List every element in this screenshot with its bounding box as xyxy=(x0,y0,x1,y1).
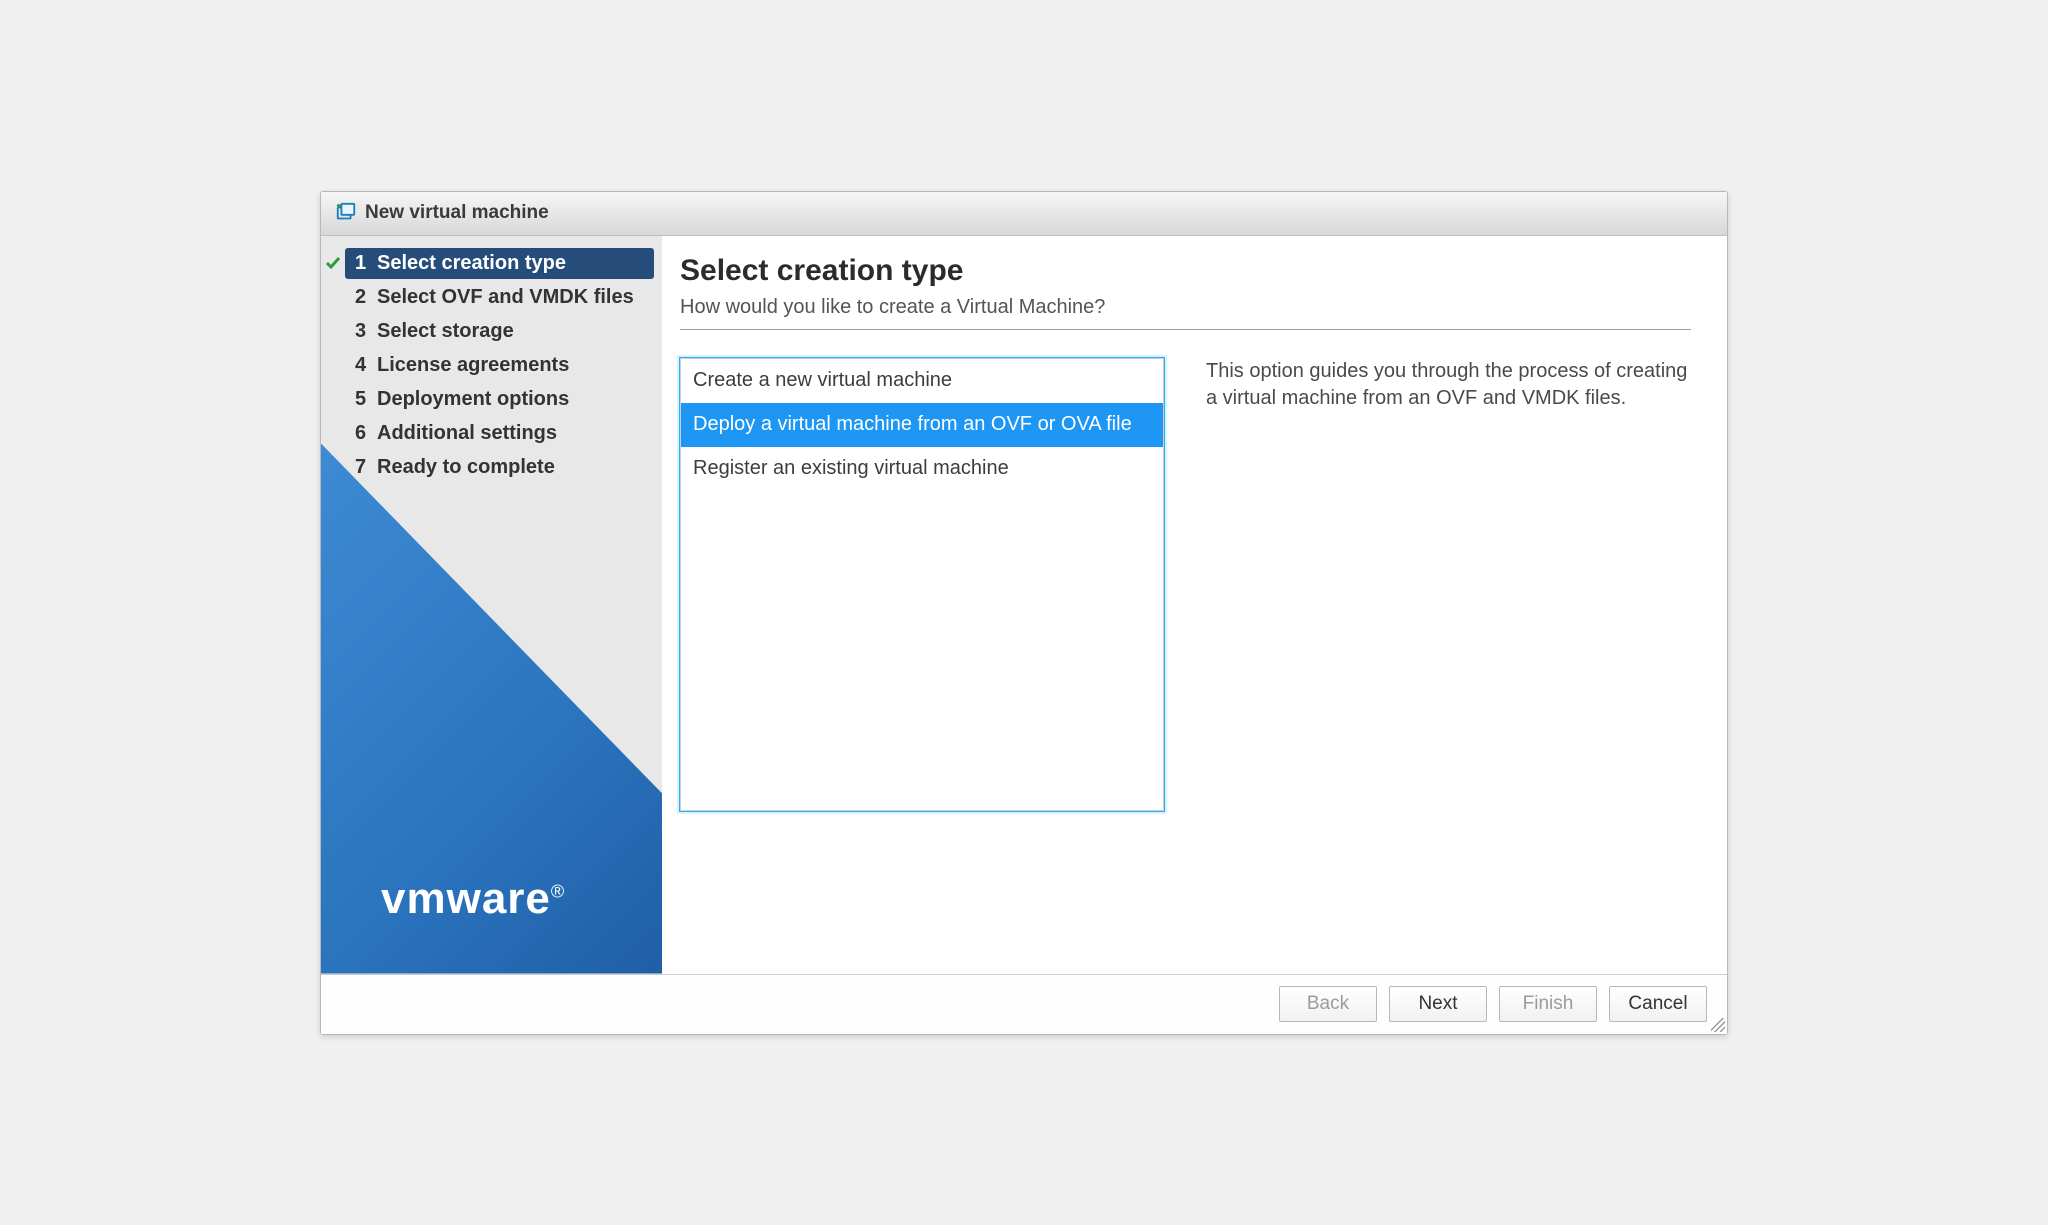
step-number: 1 xyxy=(355,252,377,275)
step-label: Additional settings xyxy=(377,422,557,445)
wizard-step-6[interactable]: 6Additional settings xyxy=(345,418,654,449)
wizard-footer: Back Next Finish Cancel xyxy=(321,974,1727,1034)
step-number: 4 xyxy=(355,354,377,377)
wizard-step-7[interactable]: 7Ready to complete xyxy=(345,452,654,483)
vm-icon xyxy=(335,202,357,224)
step-number: 6 xyxy=(355,422,377,445)
creation-option-1[interactable]: Create a new virtual machine xyxy=(681,359,1163,403)
option-description: This option guides you through the proce… xyxy=(1206,358,1691,964)
step-label: Ready to complete xyxy=(377,456,555,479)
finish-button[interactable]: Finish xyxy=(1499,986,1597,1022)
title-bar: New virtual machine xyxy=(321,192,1727,236)
wizard-step-5[interactable]: 5Deployment options xyxy=(345,384,654,415)
step-label: Select OVF and VMDK files xyxy=(377,286,634,309)
step-label: Deployment options xyxy=(377,388,569,411)
back-button[interactable]: Back xyxy=(1279,986,1377,1022)
cancel-button[interactable]: Cancel xyxy=(1609,986,1707,1022)
vmware-logo: vmware® xyxy=(381,874,565,924)
step-label: Select storage xyxy=(377,320,514,343)
wizard-step-3[interactable]: 3Select storage xyxy=(345,316,654,347)
wizard-main: Select creation type How would you like … xyxy=(662,236,1727,974)
creation-option-2[interactable]: Deploy a virtual machine from an OVF or … xyxy=(681,403,1163,447)
step-number: 3 xyxy=(355,320,377,343)
divider xyxy=(680,329,1691,330)
step-number: 7 xyxy=(355,456,377,479)
wizard-step-1[interactable]: 1Select creation type xyxy=(345,248,654,279)
wizard-step-2[interactable]: 2Select OVF and VMDK files xyxy=(345,282,654,313)
next-button[interactable]: Next xyxy=(1389,986,1487,1022)
check-icon xyxy=(325,254,341,270)
step-label: License agreements xyxy=(377,354,569,377)
step-number: 5 xyxy=(355,388,377,411)
creation-type-list[interactable]: Create a new virtual machineDeploy a vir… xyxy=(680,358,1164,811)
page-subtitle: How would you like to create a Virtual M… xyxy=(680,296,1691,319)
window-title: New virtual machine xyxy=(365,202,549,224)
creation-option-3[interactable]: Register an existing virtual machine xyxy=(681,447,1163,491)
new-vm-wizard: New virtual machine vmware® 1Select crea… xyxy=(320,191,1728,1035)
step-number: 2 xyxy=(355,286,377,309)
resize-grip[interactable] xyxy=(1711,1018,1725,1032)
page-title: Select creation type xyxy=(680,254,1691,288)
wizard-steps: 1Select creation type2Select OVF and VMD… xyxy=(321,236,662,483)
step-label: Select creation type xyxy=(377,252,566,275)
wizard-sidebar: vmware® 1Select creation type2Select OVF… xyxy=(321,236,662,974)
wizard-step-4[interactable]: 4License agreements xyxy=(345,350,654,381)
